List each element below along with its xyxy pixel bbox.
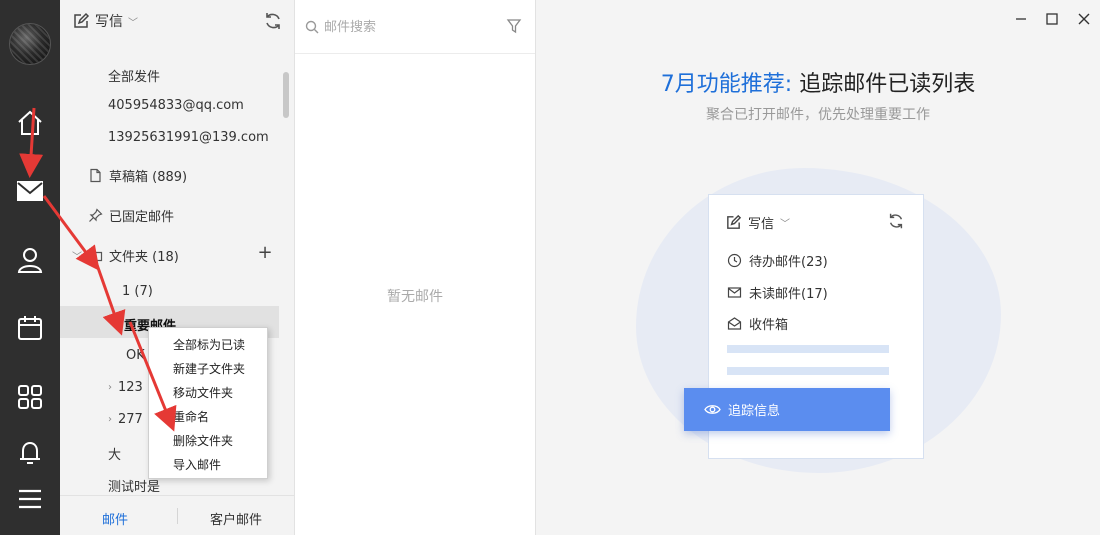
maximize-icon[interactable] <box>1041 8 1063 30</box>
search-input[interactable] <box>324 17 494 37</box>
card-row-label: 待办邮件(23) <box>749 255 828 270</box>
chevron-down-icon: ﹀ <box>108 321 118 332</box>
folder-item-1[interactable]: 1 (7) <box>122 284 153 299</box>
folder-item-123[interactable]: › 123 <box>108 380 143 395</box>
compose-button[interactable]: 写信 ﹀ <box>72 11 138 31</box>
card-compose: 写信 ﹀ <box>725 213 790 232</box>
menu-item-rename[interactable]: 重命名 <box>173 408 209 425</box>
contacts-icon[interactable] <box>15 245 45 275</box>
folder-item-label: 文件夹 (18) <box>109 250 179 265</box>
compose-label: 写信 <box>95 14 123 30</box>
tab-customer-mail[interactable]: 客户邮件 <box>210 509 262 528</box>
placeholder-bar <box>727 367 889 375</box>
folder-item-pinned[interactable]: 已固定邮件 <box>88 206 174 225</box>
folder-item-ok[interactable]: OK <box>126 348 145 363</box>
chevron-down-icon: ﹀ <box>780 219 791 230</box>
envelope-icon <box>727 287 742 298</box>
folder-item-label: 全部发件 <box>108 70 161 85</box>
folder-item-label: 1 (7) <box>122 284 153 299</box>
folder-item-label: 13925631991@139.com <box>108 130 269 145</box>
search-bar <box>295 0 535 54</box>
close-icon[interactable] <box>1073 8 1095 30</box>
track-info-button[interactable]: 追踪信息 <box>684 388 890 431</box>
folder-panel-header: 写信 ﹀ <box>60 0 294 42</box>
add-folder-button[interactable]: + <box>256 244 274 262</box>
card-compose-label: 写信 <box>748 217 775 232</box>
pin-icon <box>89 208 103 222</box>
track-info-label: 追踪信息 <box>728 404 781 419</box>
folder-item-label: 草稿箱 (889) <box>109 170 188 185</box>
menu-item-move-folder[interactable]: 移动文件夹 <box>173 384 233 401</box>
menu-icon[interactable] <box>15 484 45 514</box>
folder-scrollbar[interactable] <box>283 72 289 118</box>
compose-icon <box>74 12 90 28</box>
clock-icon <box>727 253 742 268</box>
refresh-icon[interactable] <box>263 11 283 31</box>
inbox-icon <box>727 317 742 330</box>
filter-icon[interactable] <box>506 18 522 34</box>
menu-item-new-subfolder[interactable]: 新建子文件夹 <box>173 360 245 377</box>
placeholder-bar <box>727 345 889 353</box>
apps-icon[interactable] <box>15 382 45 412</box>
search-icon <box>305 20 319 34</box>
card-row-inbox: 收件箱 <box>727 314 788 333</box>
folder-item-label: 277 <box>118 412 143 427</box>
footer-divider <box>177 508 178 524</box>
promo-subtitle: 聚合已打开邮件，优先处理重要工作 <box>706 107 930 123</box>
calendar-icon[interactable] <box>15 313 45 343</box>
card-row-label: 收件箱 <box>749 318 789 333</box>
empty-state-text: 暂无邮件 <box>387 289 443 305</box>
menu-item-import-mail[interactable]: 导入邮件 <box>173 456 221 473</box>
folder-item-label: 123 <box>118 380 143 395</box>
folder-item-label: 大 <box>108 448 122 463</box>
avatar[interactable] <box>9 23 51 65</box>
folder-item-label: 已固定邮件 <box>109 210 175 225</box>
folder-item-139-account[interactable]: 13925631991@139.com <box>108 130 269 145</box>
folder-item-277[interactable]: › 277 <box>108 412 143 427</box>
card-row-todo: 待办邮件(23) <box>727 251 828 270</box>
menu-item-delete-folder[interactable]: 删除文件夹 <box>173 432 233 449</box>
bell-icon[interactable] <box>15 438 45 468</box>
folder-item-label: OK <box>126 348 145 363</box>
folder-item-drafts[interactable]: 草稿箱 (889) <box>88 166 187 185</box>
promo-title: 7月功能推荐: 追踪邮件已读列表 <box>536 66 1100 98</box>
folder-item-all-sent[interactable]: 全部发件 <box>108 66 160 85</box>
folder-item-label: 405954833@qq.com <box>108 98 244 113</box>
promo-title-accent: 7月功能推荐: <box>660 72 793 97</box>
promo-title-rest: 追踪邮件已读列表 <box>792 72 976 97</box>
folder-context-menu: 全部标为已读 新建子文件夹 移动文件夹 重命名 删除文件夹 导入邮件 <box>148 327 268 479</box>
chevron-down-icon: ﹀ <box>128 17 138 29</box>
chevron-right-icon: › <box>108 414 112 425</box>
folder-item-big[interactable]: 大 <box>108 444 121 463</box>
document-icon <box>90 168 101 183</box>
folder-item-qq-account[interactable]: 405954833@qq.com <box>108 98 244 113</box>
promo-pane: 7月功能推荐: 追踪邮件已读列表 聚合已打开邮件，优先处理重要工作 写信 ﹀ 待… <box>536 0 1100 535</box>
card-row-unread: 未读邮件(17) <box>727 283 828 302</box>
eye-icon <box>704 405 721 414</box>
card-row-label: 未读邮件(17) <box>749 287 828 302</box>
folder-icon <box>88 250 103 262</box>
folder-item-folders[interactable]: ﹀ 文件夹 (18) <box>72 246 179 265</box>
chevron-right-icon: › <box>108 382 112 393</box>
minimize-icon[interactable] <box>1010 8 1032 30</box>
chevron-down-icon: ﹀ <box>72 252 82 263</box>
home-icon[interactable] <box>15 108 45 138</box>
message-list: 暂无邮件 <box>295 0 536 535</box>
refresh-icon <box>889 213 903 229</box>
tab-mail[interactable]: 邮件 <box>102 509 128 528</box>
mail-icon[interactable] <box>15 176 45 206</box>
nav-rail <box>0 0 60 535</box>
folder-panel-footer: 邮件 客户邮件 <box>60 495 294 535</box>
compose-icon <box>727 214 742 229</box>
menu-item-mark-all-read[interactable]: 全部标为已读 <box>173 336 245 353</box>
